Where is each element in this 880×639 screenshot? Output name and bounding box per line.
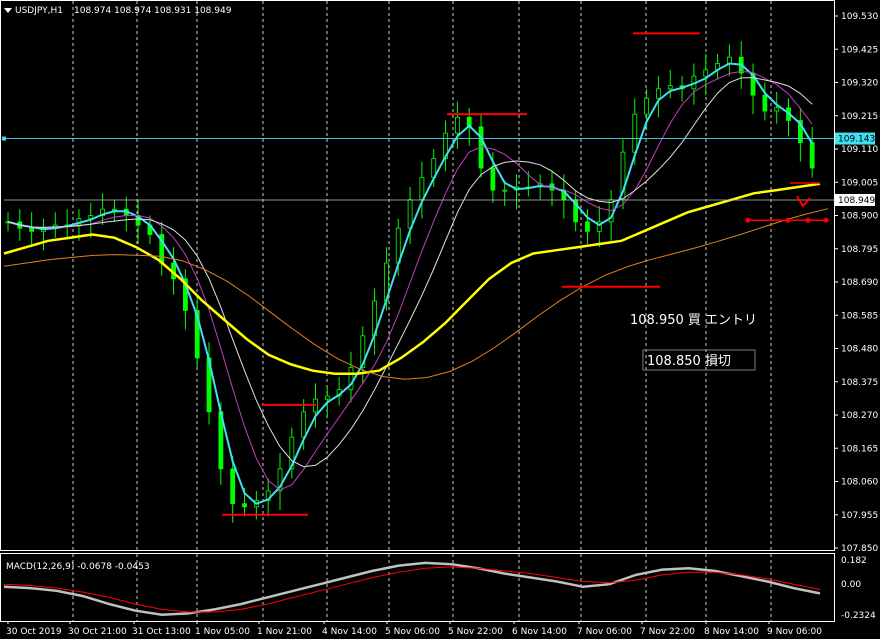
y-tick-label: 108.795 (841, 245, 878, 255)
level-price-tag-text: 109.143 (838, 135, 875, 145)
y-tick-label: 108.270 (841, 411, 878, 421)
price-chart[interactable]: 109.530 109.425 109.320 109.215 109.110 109.0… (0, 0, 880, 639)
y-tick-label: 108.060 (841, 478, 878, 488)
y-tick-label: 109.320 (841, 79, 878, 89)
level-anchor (2, 136, 6, 141)
y-tick-label: 109.425 (841, 45, 878, 55)
y-tick-label: 109.530 (841, 12, 878, 22)
x-tick-label: 7 Nov 06:00 (577, 627, 632, 637)
y-tick-label: 109.005 (841, 178, 878, 188)
candle-body (324, 395, 330, 400)
x-tick-label: 9 Nov 06:00 (767, 627, 822, 637)
candle-body (774, 107, 780, 112)
x-tick-label: 5 Nov 22:00 (448, 627, 503, 637)
x-tick-label: 7 Nov 22:00 (640, 627, 695, 637)
y-tick-label: 108.375 (841, 378, 878, 388)
x-tick-label: 31 Oct 13:00 (132, 627, 191, 637)
x-tick-label: 8 Nov 14:00 (704, 627, 759, 637)
y-tick-label: 109.110 (841, 145, 878, 155)
y-tick-label: 109.215 (841, 112, 878, 122)
stop-marker (785, 217, 791, 223)
symbol-label: USDJPY,H1 (15, 6, 63, 16)
candle-body (762, 94, 768, 112)
stop-annotation: 108.850 損切 (647, 354, 731, 369)
x-tick-label: 1 Nov 21:00 (257, 627, 312, 637)
x-tick-label: 30 Oct 2019 (6, 627, 62, 637)
candle-body (490, 167, 496, 191)
y-tick-label: 107.850 (841, 544, 878, 554)
candle-body (454, 116, 460, 134)
x-tick-label: 5 Nov 06:00 (385, 627, 440, 637)
x-tick-label: 6 Nov 14:00 (512, 627, 567, 637)
candle-body (407, 199, 413, 229)
y-tick-label: 108.690 (841, 278, 878, 288)
y-tick-label: 108.900 (841, 212, 878, 222)
macd-tick-label: 0.00 (841, 580, 861, 590)
candle-body (230, 468, 236, 505)
candle-body (585, 221, 590, 232)
x-tick-label: 30 Oct 21:00 (68, 627, 127, 637)
candle-body (29, 227, 35, 232)
candle-body (644, 97, 650, 115)
macd-tick-label: -0.2324 (841, 611, 876, 621)
candle-body (667, 85, 673, 90)
y-tick-label: 108.585 (841, 311, 878, 321)
candle-body (301, 411, 307, 438)
y-tick-label: 108.165 (841, 444, 878, 454)
candle-body (703, 69, 709, 77)
y-tick-label: 108.480 (841, 345, 878, 355)
entry-annotation: 108.950 買 エントリ (630, 313, 757, 328)
candle-body (632, 113, 638, 153)
candle-body (112, 208, 117, 211)
candle-body (656, 88, 661, 99)
macd-label: MACD(12,26,9) -0.0678 -0.0453 (6, 562, 150, 572)
x-tick-label: 4 Nov 14:00 (322, 627, 377, 637)
stop-marker (745, 217, 751, 223)
candle-body (809, 142, 815, 169)
candle-body (242, 503, 247, 508)
ohlc-readout: 108.974 108.974 108.931 108.949 (74, 6, 232, 16)
x-tick-label: 1 Nov 05:00 (195, 627, 250, 637)
candle-body (419, 177, 425, 201)
candle-body (502, 189, 508, 192)
stop-marker (823, 217, 829, 223)
y-tick-label: 107.955 (841, 511, 878, 521)
macd-tick-label: 0.182 (841, 556, 867, 566)
stop-marker (805, 217, 811, 223)
current-price-tag-text: 108.949 (838, 196, 875, 206)
